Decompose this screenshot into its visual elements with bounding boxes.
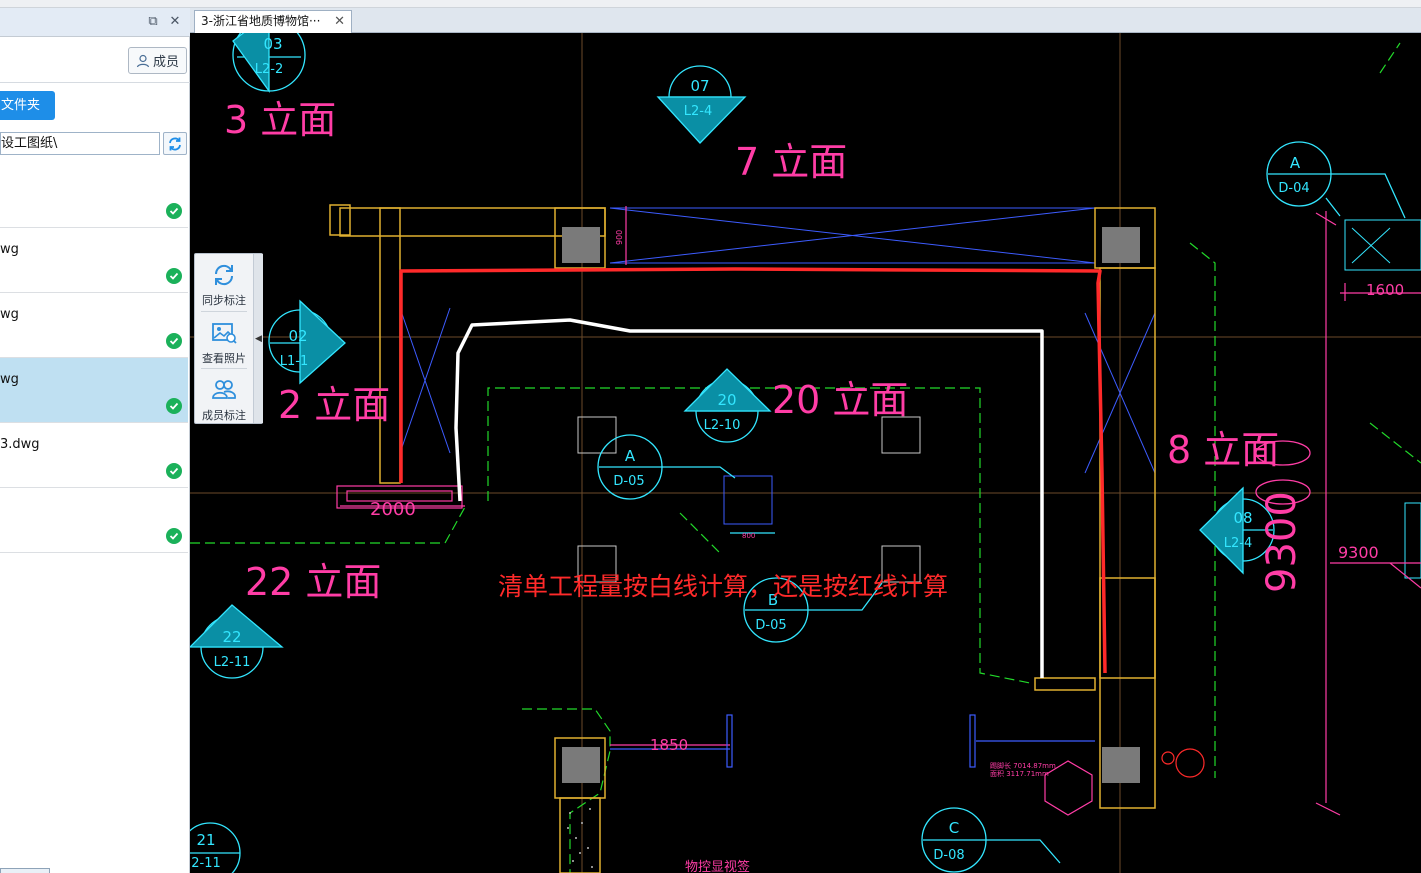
elev-ref-08: L2-4 [1224,536,1252,551]
elev-ref-03: L2-2 [255,62,283,77]
speckle-area [567,808,593,868]
detail-ref-a2: D-05 [613,474,644,489]
user-icon [136,54,150,67]
file-panel: ⧉ ✕ 成员 文件夹 设工图纸\ wg wg wg 3.dwg [0,8,190,873]
members-button[interactable]: 成员 [128,47,187,74]
refresh-button[interactable] [163,132,187,155]
collapse-handle[interactable]: ◀ [253,254,263,423]
sync-annotation-button[interactable]: 同步标注 [195,254,253,311]
dim-1600: 1600 [1366,281,1404,299]
check-icon [166,398,182,414]
elev-num-20: 20 [717,391,736,409]
elev-ref-20: L2-10 [704,418,741,433]
cad-canvas[interactable]: 03 L2-2 07 L2-4 02 L1-1 20 L2-10 08 L2-4… [190,33,1421,873]
file-row-3[interactable]: wg [0,358,188,423]
file-row-5[interactable] [0,488,188,553]
elev-ref-07: L2-4 [684,104,712,119]
note-bottom-label: 物控显视签 [685,859,750,873]
check-icon [166,463,182,479]
member-annotation-button[interactable]: 成员标注 [195,369,253,426]
detail-letter-c: C [949,819,959,837]
dim-800: 800 [742,532,755,540]
folder-button[interactable]: 文件夹 [0,91,55,120]
dim-2000: 2000 [370,499,416,520]
note-area-a: 踢脚长 7014.87mm [990,761,1056,770]
file-name: wg [0,307,19,322]
elev-num-03: 03 [263,35,282,53]
file-row-0[interactable] [0,163,188,228]
dim-9300-h: 9300 [1338,543,1379,562]
check-icon [166,528,182,544]
elev-ref-21: 2-11 [191,856,221,871]
document-tab-bar: 3-浙江省地质博物馆··· ✕ [190,8,1421,33]
elev-title-2: 2 立面 [278,383,390,427]
dimension-texts: 900 1600 2000 9300 9300 1850 800 踢脚长 701… [370,230,1404,873]
elev-num-07: 07 [690,77,709,95]
divider [0,82,190,83]
path-input[interactable]: 设工图纸\ [0,132,160,155]
restore-icon[interactable]: ⧉ [146,15,160,29]
view-photos-label: 查看照片 [202,352,246,365]
view-photos-button[interactable]: 查看照片 [195,312,253,369]
file-name: 3.dwg [0,437,40,452]
detail-letter-a1: A [1290,154,1301,172]
check-icon [166,268,182,284]
right-details [1344,219,1421,579]
dim-1850: 1850 [650,736,688,754]
elev-title-22: 22 立面 [245,560,381,604]
file-name: wg [0,242,19,257]
elev-num-08: 08 [1233,509,1252,527]
dim-900: 900 [615,230,624,245]
check-icon [166,203,182,219]
elev-title-7: 7 立面 [735,140,847,184]
file-list: wg wg wg 3.dwg [0,163,190,553]
detail-letter-a2: A [625,447,636,465]
elev-title-8: 8 立面 [1167,428,1279,472]
users-icon [212,380,236,399]
elev-title-20: 20 立面 [772,378,908,422]
detail-ref-a1: D-04 [1278,181,1309,196]
file-row-2[interactable]: wg [0,293,188,358]
panel-bottom-tab[interactable] [0,868,50,873]
sync-annotation-label: 同步标注 [202,294,246,307]
refresh-icon [169,137,181,150]
file-name: wg [0,372,19,387]
file-row-4[interactable]: 3.dwg [0,423,188,488]
annotation-text: 清单工程量按白线计算，还是按红线计算 [498,572,948,601]
elev-num-21: 21 [196,831,215,849]
close-icon[interactable]: ✕ [168,15,182,29]
tab-document[interactable]: 3-浙江省地质博物馆··· ✕ [194,10,352,33]
sync-icon [214,264,234,286]
member-annotation-label: 成员标注 [202,409,246,422]
columns [562,227,1140,783]
members-button-label: 成员 [152,55,179,70]
elev-ref-02: L1-1 [280,354,308,369]
detail-ref-b: D-05 [755,618,786,633]
note-area-b: 面积 3117.71mm [990,769,1049,778]
elev-num-22: 22 [222,628,241,646]
elev-title-3: 3 立面 [224,98,336,142]
panel-header: ⧉ ✕ [0,8,190,37]
chevron-left-icon: ◀ [255,333,262,344]
elev-ref-22: L2-11 [214,655,251,670]
dim-9300-v: 9300 [1259,491,1305,593]
annotation-toolbar: 同步标注 查看照片 成员标注 ◀ [194,253,263,424]
tab-document-label: 3-浙江省地质博物馆··· [201,14,321,28]
detail-ref-c: D-08 [933,848,964,863]
check-icon [166,333,182,349]
detail-labels: A D-04 A D-05 B D-05 C D-08 [613,154,1309,863]
white-markup-line [454,318,1044,678]
menu-strip [0,0,1421,8]
elevation-titles: 3 立面 7 立面 2 立面 20 立面 8 立面 22 立面 [224,98,1279,604]
photo-icon [212,323,237,344]
file-row-1[interactable]: wg [0,228,188,293]
elev-num-02: 02 [288,327,307,345]
tab-close-icon[interactable]: ✕ [334,11,345,32]
